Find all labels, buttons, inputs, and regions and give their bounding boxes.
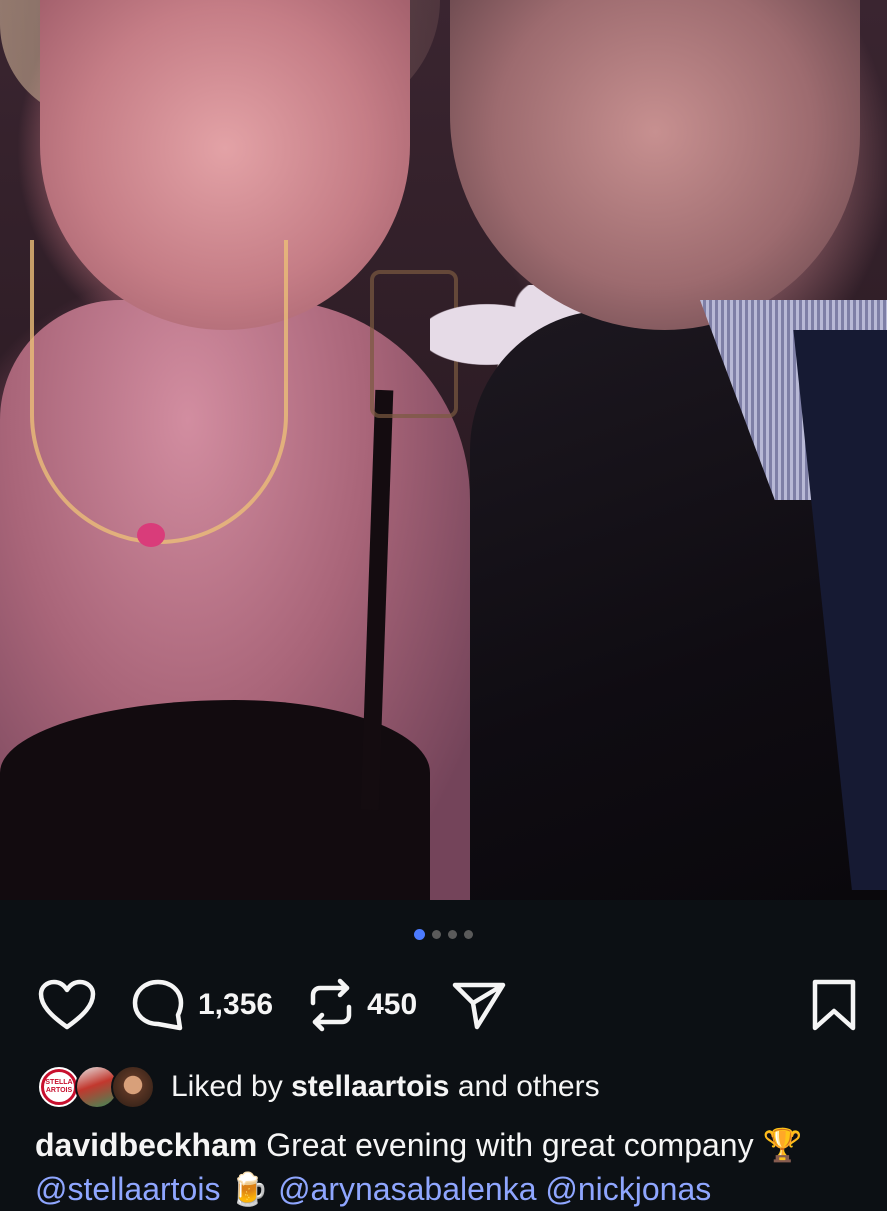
repost-button[interactable]: 450 [307, 977, 417, 1033]
carousel-dot [414, 929, 425, 940]
beer-emoji: 🍺 [229, 1171, 270, 1207]
heart-icon [38, 979, 96, 1030]
post-actions-bar: 1,356 450 [38, 970, 857, 1040]
liked-by-row[interactable]: STELLA ARTOIS Liked by stellaartois and … [37, 1062, 867, 1112]
repost-icon [310, 978, 352, 1032]
caption-text: Great evening with great company [257, 1127, 763, 1163]
reply-count: 1,356 [198, 988, 274, 1021]
repost-count: 450 [367, 988, 418, 1021]
mention-link[interactable]: @nickjonas [545, 1171, 711, 1207]
photo-region [30, 240, 288, 544]
mention-link[interactable]: @stellaartois [35, 1171, 220, 1207]
carousel-indicator [0, 929, 887, 940]
mention-link[interactable]: @arynasabalenka [278, 1171, 536, 1207]
like-button[interactable] [38, 979, 96, 1031]
carousel-dot [432, 930, 441, 939]
bookmark-icon [812, 979, 856, 1031]
post-photo[interactable] [0, 0, 887, 900]
avatar-logo-bottom: ARTOIS [45, 1087, 73, 1094]
trophy-emoji: 🏆 [762, 1127, 803, 1163]
avatar [111, 1065, 155, 1109]
carousel-dot [448, 930, 457, 939]
stella-artois-logo: STELLA ARTOIS [41, 1069, 77, 1105]
avatar-logo-text: STELLA ARTOIS [45, 1079, 72, 1095]
post-caption: davidbeckham Great evening with great co… [35, 1123, 867, 1211]
reply-bubble-icon [132, 979, 184, 1031]
photo-region [137, 523, 165, 547]
photo-region [450, 0, 860, 330]
share-button[interactable] [451, 979, 507, 1031]
liked-suffix: and others [449, 1070, 600, 1103]
liker-avatars[interactable]: STELLA ARTOIS [37, 1063, 157, 1111]
liked-by-text: Liked by stellaartois and others [171, 1070, 600, 1104]
liked-prefix: Liked by [171, 1070, 292, 1103]
liked-user-link[interactable]: stellaartois [291, 1070, 449, 1103]
share-send-icon [452, 982, 506, 1030]
reply-button[interactable]: 1,356 [130, 977, 273, 1033]
caption-username[interactable]: davidbeckham [35, 1127, 257, 1163]
avatar-logo-top: STELLA [45, 1079, 73, 1086]
bookmark-button[interactable] [811, 979, 857, 1031]
carousel-dot [464, 930, 473, 939]
